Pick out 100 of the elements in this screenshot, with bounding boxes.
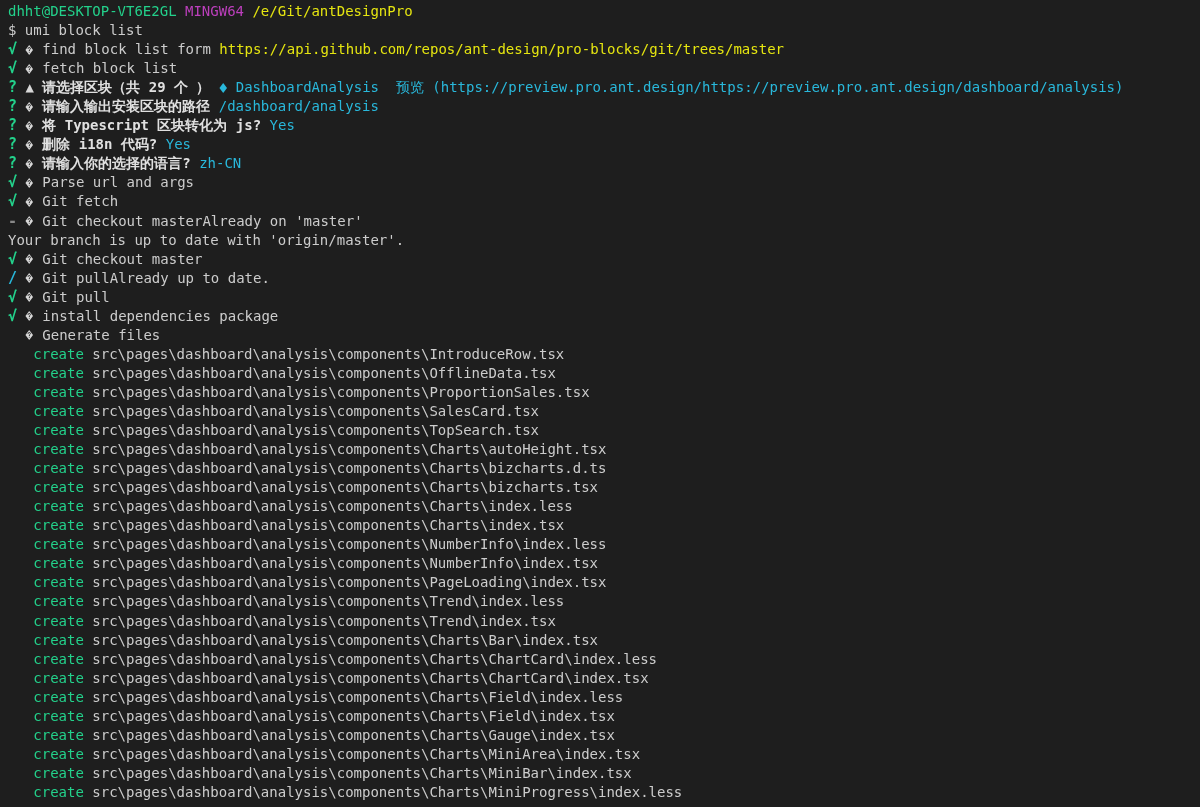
triangle-symbol: ▲ xyxy=(25,78,34,98)
file-path: src\pages\dashboard\analysis\components\Charts\Field\index.less xyxy=(92,687,624,707)
file-action: create xyxy=(33,687,84,707)
prompt-user-host: dhht@DESKTOP-VT6E2GL xyxy=(8,2,177,21)
file-action: create xyxy=(33,440,84,460)
file-action: create xyxy=(33,497,84,517)
status-mark: √ xyxy=(8,192,17,212)
file-action: create xyxy=(33,592,84,612)
file-path: src\pages\dashboard\analysis\components\Charts\Bar\index.tsx xyxy=(92,630,598,650)
file-action: create xyxy=(33,706,84,726)
url-text: https://api.github.com/repos/ant-design/pro-blocks/git/trees/master xyxy=(219,40,784,60)
step-text: Generate files xyxy=(42,325,161,345)
status-mark: √ xyxy=(8,249,17,269)
status-mark: √ xyxy=(8,40,17,60)
file-path: src\pages\dashboard\analysis\components\Charts\index.less xyxy=(92,497,573,517)
step-text: Git checkout master xyxy=(42,249,203,269)
file-path: src\pages\dashboard\analysis\components\Charts\Field\index.tsx xyxy=(92,706,615,726)
file-action: create xyxy=(33,649,84,669)
prompt-symbol: $ xyxy=(8,21,17,41)
file-path: src\pages\dashboard\analysis\components\Charts\MiniBar\index.tsx xyxy=(92,763,632,783)
question-text: 将 Typescript 区块转化为 js? xyxy=(42,116,262,136)
answer-text: zh-CN xyxy=(199,154,242,174)
status-mark: √ xyxy=(8,306,17,326)
diamond-icon xyxy=(218,80,228,95)
status-mark: ? xyxy=(8,97,17,117)
step-text: Parse url and args xyxy=(42,173,194,193)
file-path: src\pages\dashboard\analysis\components\Charts\bizcharts.tsx xyxy=(92,478,598,498)
question-text: 请输入输出安装区块的路径 xyxy=(42,97,211,117)
diamond-icon xyxy=(25,156,34,171)
step-text: fetch block list xyxy=(42,59,178,79)
file-path: src\pages\dashboard\analysis\components\Charts\ChartCard\index.less xyxy=(92,649,657,669)
file-path: src\pages\dashboard\analysis\components\Charts\ChartCard\index.tsx xyxy=(92,668,649,688)
file-path: src\pages\dashboard\analysis\components\PageLoading\index.tsx xyxy=(92,573,607,593)
output-text: Your branch is up to date with 'origin/master'. xyxy=(8,230,405,250)
step-text: find block list form xyxy=(42,40,211,60)
file-action: create xyxy=(33,554,84,574)
diamond-icon xyxy=(25,309,34,324)
file-path: src\pages\dashboard\analysis\components\Charts\MiniArea\index.tsx xyxy=(92,744,641,764)
file-action: create xyxy=(33,744,84,764)
status-mark: ? xyxy=(8,154,17,174)
file-path: src\pages\dashboard\analysis\components\Charts\Gauge\index.tsx xyxy=(92,725,615,745)
prompt-path: /e/Git/antDesignPro xyxy=(252,2,413,21)
file-action: create xyxy=(33,421,84,441)
answer-text: Yes xyxy=(269,116,295,136)
file-action: create xyxy=(33,573,84,593)
file-path: src\pages\dashboard\analysis\components\OfflineData.tsx xyxy=(92,363,556,383)
diamond-icon xyxy=(25,271,34,286)
answer-text: DashboardAnalysis 预览 (https://preview.pro.ant.design/https://preview.pro.ant.design/dashboard/analysis) xyxy=(235,78,1124,98)
diamond-icon xyxy=(25,175,34,190)
step-text: Git fetch xyxy=(42,192,119,212)
status-mark: / xyxy=(8,268,17,288)
file-path: src\pages\dashboard\analysis\components\NumberInfo\index.less xyxy=(92,535,607,555)
status-mark: ? xyxy=(8,135,17,155)
command-text: umi block list xyxy=(24,21,143,41)
diamond-icon xyxy=(25,328,34,343)
file-action: create xyxy=(33,402,84,421)
step-text: Git checkout masterAlready on 'master' xyxy=(42,211,363,231)
file-path: src\pages\dashboard\analysis\components\Trend\index.tsx xyxy=(92,611,556,631)
status-mark: √ xyxy=(8,59,17,79)
diamond-icon xyxy=(25,99,34,114)
file-path: src\pages\dashboard\analysis\components\TopSearch.tsx xyxy=(92,421,539,441)
file-action: create xyxy=(33,516,84,536)
prompt-shell: MINGW64 xyxy=(185,2,244,21)
step-text: Git pullAlready up to date. xyxy=(42,268,270,288)
file-path: src\pages\dashboard\analysis\components\Charts\autoHeight.tsx xyxy=(92,440,607,460)
file-action: create xyxy=(33,535,84,555)
question-text: 请选择区块（共 29 个 ） xyxy=(42,78,211,98)
answer-text: /dashboard/analysis xyxy=(218,97,379,117)
file-path: src\pages\dashboard\analysis\components\SalesCard.tsx xyxy=(92,402,539,421)
diamond-icon xyxy=(25,61,34,76)
file-path: src\pages\dashboard\analysis\components\Charts\bizcharts.d.ts xyxy=(92,459,607,479)
file-action: create xyxy=(33,630,84,650)
file-action: create xyxy=(33,725,84,745)
diamond-icon xyxy=(25,137,34,152)
diamond-icon xyxy=(25,290,34,305)
file-action: create xyxy=(33,478,84,498)
diamond-icon xyxy=(25,252,34,267)
status-mark: √ xyxy=(8,287,17,307)
file-action: create xyxy=(33,382,84,402)
file-action: create xyxy=(33,763,84,783)
question-text: 请输入你的选择的语言? xyxy=(42,154,191,174)
step-text: install dependencies package xyxy=(42,306,279,326)
file-path: src\pages\dashboard\analysis\components\Trend\index.less xyxy=(92,592,565,612)
file-action: create xyxy=(33,782,84,802)
file-path: src\pages\dashboard\analysis\components\ProportionSales.tsx xyxy=(92,382,590,402)
status-mark: - xyxy=(8,211,17,231)
diamond-icon xyxy=(25,42,34,57)
status-mark: ? xyxy=(8,116,17,136)
file-path: src\pages\dashboard\analysis\components\NumberInfo\index.tsx xyxy=(92,554,598,574)
file-action: create xyxy=(33,344,84,364)
file-path: src\pages\dashboard\analysis\components\Charts\MiniProgress\index.less xyxy=(92,782,683,802)
diamond-icon xyxy=(25,195,34,209)
file-path: src\pages\dashboard\analysis\components\Charts\index.tsx xyxy=(92,516,565,536)
file-action: create xyxy=(33,611,84,631)
status-mark: √ xyxy=(8,173,17,193)
diamond-icon xyxy=(25,214,34,229)
status-mark: ? xyxy=(8,78,17,98)
step-text: Git pull xyxy=(42,287,110,307)
file-action: create xyxy=(33,668,84,688)
question-text: 删除 i18n 代码? xyxy=(42,135,158,155)
